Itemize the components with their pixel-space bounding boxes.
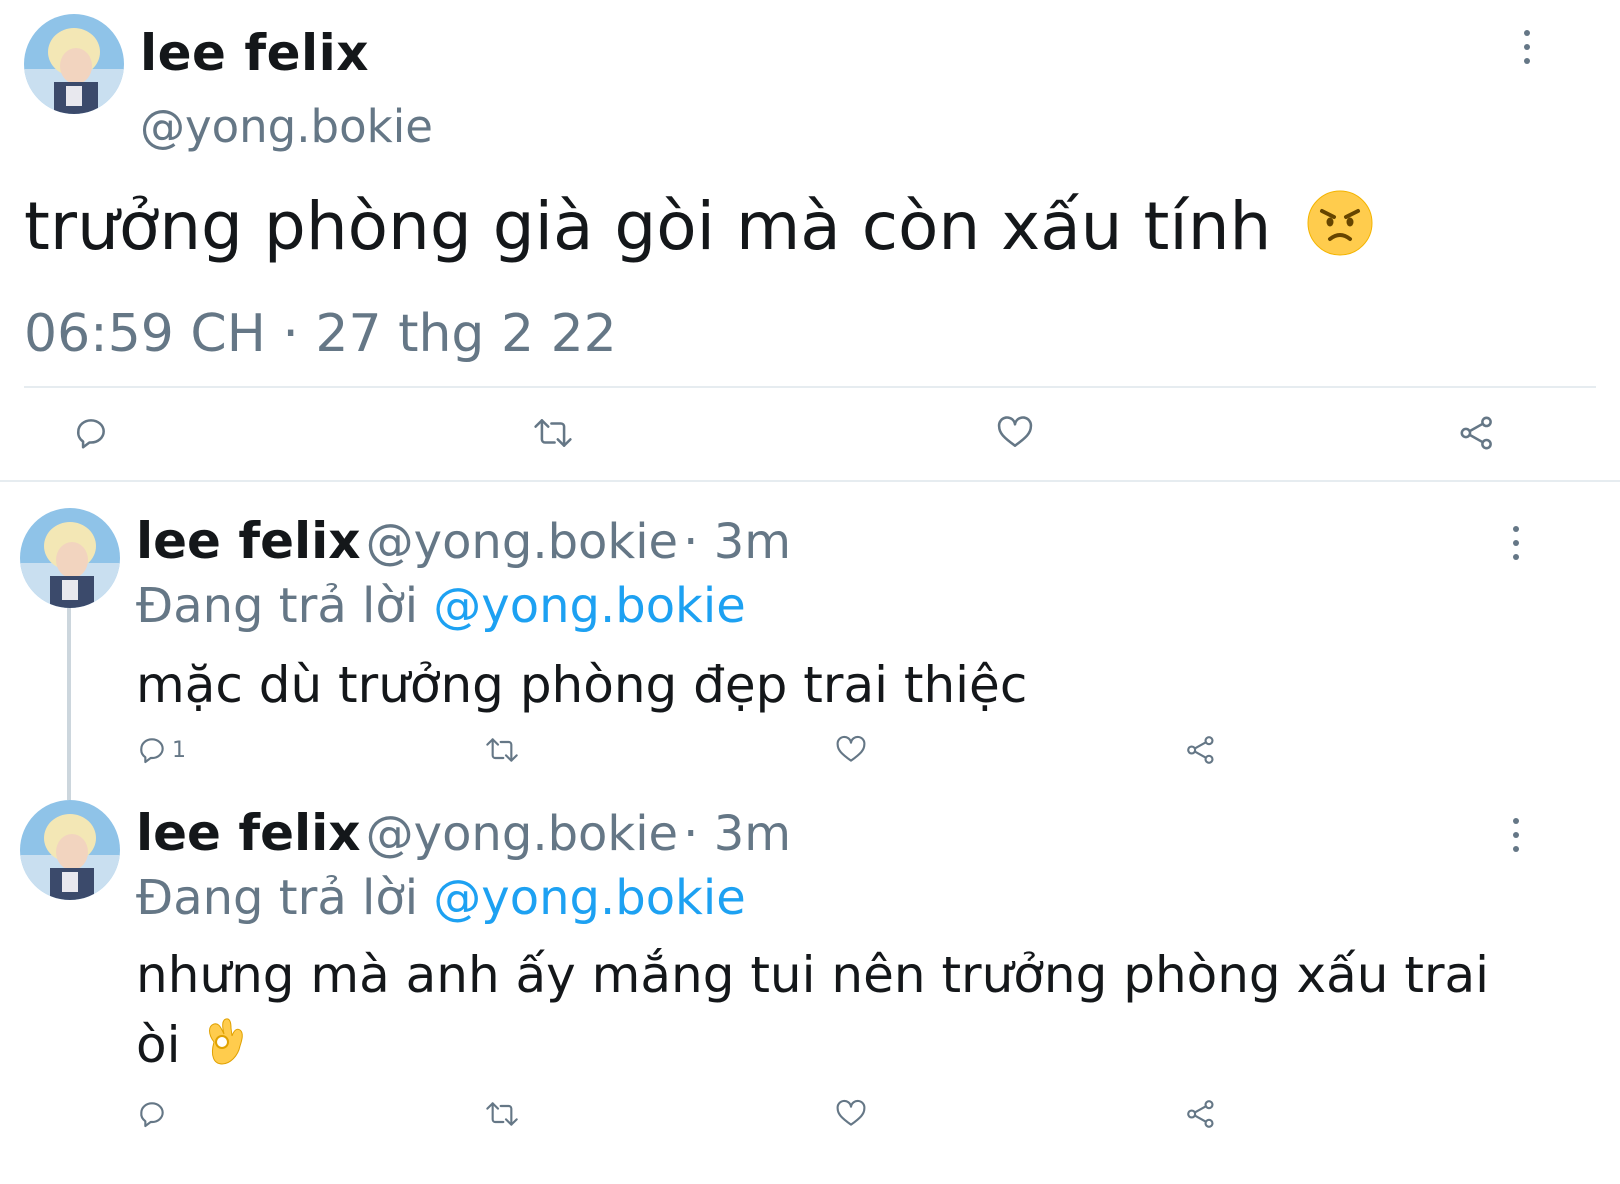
reply-count: 1: [172, 737, 186, 763]
replying-label: Đang trả lời: [136, 870, 419, 926]
share-icon[interactable]: [1458, 414, 1496, 452]
avatar[interactable]: [24, 14, 124, 114]
tweet-time[interactable]: · 3m: [683, 806, 791, 862]
avatar[interactable]: [20, 508, 120, 608]
author-handle[interactable]: @yong.bokie: [366, 806, 678, 862]
ok-hand-icon: [200, 1012, 252, 1086]
thread-line: [67, 608, 71, 800]
tweet-text-line: nhưng mà anh ấy mắng tui nên trưởng phòn…: [136, 946, 1490, 1004]
replying-label: Đang trả lời: [136, 578, 419, 634]
more-options-icon[interactable]: [1509, 526, 1523, 560]
tweet-text-content: trưởng phòng già gòi mà còn xấu tính: [24, 188, 1272, 265]
divider: [0, 480, 1620, 482]
like-icon[interactable]: [835, 734, 867, 766]
author-name[interactable]: lee felix: [136, 512, 361, 570]
tweet-timestamp[interactable]: 06:59 CH · 27 thg 2 22: [24, 304, 617, 364]
tweet-text-line: òi: [136, 1010, 1536, 1086]
like-icon[interactable]: [835, 1098, 867, 1130]
tweet-text: trưởng phòng già gòi mà còn xấu tính: [24, 188, 1374, 273]
reply-button[interactable]: 1: [136, 734, 186, 766]
more-options-icon[interactable]: [1509, 818, 1523, 852]
mention-link[interactable]: @yong.bokie: [433, 870, 745, 926]
tweet-time[interactable]: · 3m: [683, 514, 791, 570]
mention-link[interactable]: @yong.bokie: [433, 578, 745, 634]
retweet-icon[interactable]: [532, 414, 574, 452]
more-options-icon[interactable]: [1520, 30, 1534, 64]
retweet-icon[interactable]: [484, 1098, 520, 1130]
reply-icon: [140, 738, 164, 764]
divider: [24, 386, 1596, 388]
reply-icon[interactable]: [72, 414, 110, 452]
tweet-text-line-content: òi: [136, 1016, 181, 1074]
angry-face-icon: [1306, 189, 1374, 273]
share-icon[interactable]: [1185, 1098, 1217, 1130]
replying-to: Đang trả lời @yong.bokie: [136, 578, 746, 634]
share-icon[interactable]: [1185, 734, 1217, 766]
author-handle[interactable]: @yong.bokie: [366, 514, 678, 570]
avatar[interactable]: [20, 800, 120, 900]
reply-header: lee felix @yong.bokie · 3m: [136, 804, 791, 862]
replying-to: Đang trả lời @yong.bokie: [136, 870, 746, 926]
reply-icon[interactable]: [136, 1098, 168, 1130]
tweet-text: mặc dù trưởng phòng đẹp trai thiệc: [136, 656, 1028, 714]
author-name[interactable]: lee felix: [136, 804, 361, 862]
tweet-text: nhưng mà anh ấy mắng tui nên trưởng phòn…: [136, 940, 1536, 1086]
author-handle[interactable]: @yong.bokie: [140, 100, 433, 153]
retweet-icon[interactable]: [484, 734, 520, 766]
reply-header: lee felix @yong.bokie · 3m: [136, 512, 791, 570]
author-name[interactable]: lee felix: [140, 24, 369, 82]
like-icon[interactable]: [996, 414, 1034, 452]
